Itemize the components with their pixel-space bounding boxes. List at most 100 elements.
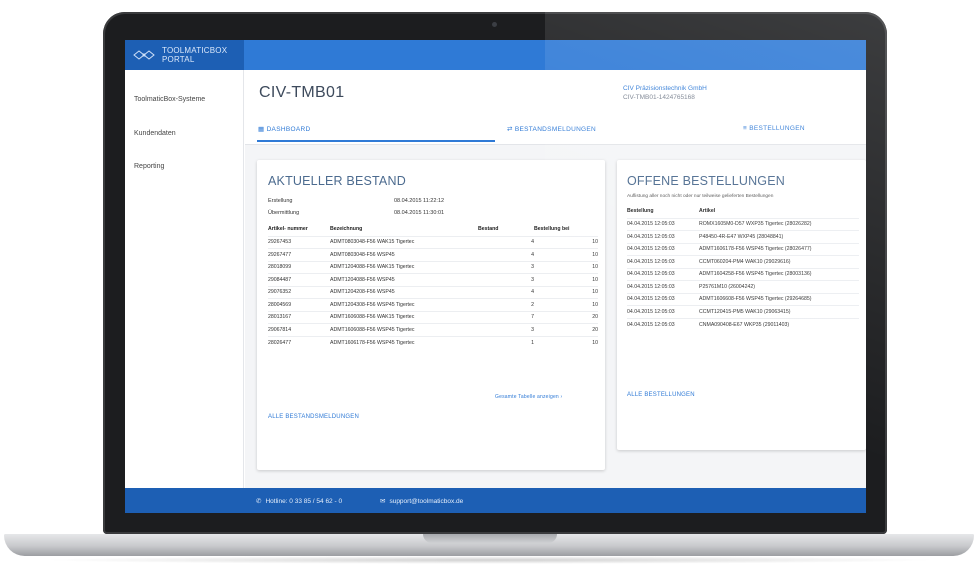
order-article: ADMT1606178-F56 WSP45 Tigertec (28026477… (699, 242, 859, 256)
article-name: ADMT1204088-F56 WSP45 (330, 273, 478, 286)
show-full-table-link[interactable]: Gesamte Tabelle anzeigen › (495, 394, 562, 400)
arrows-icon: ⇄ (507, 126, 513, 133)
table-header-row: Artikel- nummer Bezeichnung Bestand Best… (268, 222, 598, 236)
column-header[interactable]: Artikel (699, 204, 859, 218)
tab-bestellungen[interactable]: ≡ BESTELLUNGEN (743, 125, 805, 132)
article-number: 29084487 (268, 273, 330, 286)
order-article: ADMT1606608-F56 WSP45 Tigertec (29264685… (699, 292, 859, 306)
column-header[interactable]: Bestellung bei (534, 222, 598, 236)
order-date: 04.04.2015 12:05:03 (627, 292, 699, 306)
article-number: 29076352 (268, 285, 330, 299)
tab-bestandsmeldungen[interactable]: ⇄ BESTANDSMELDUNGEN (507, 125, 596, 133)
reorder-value: 10 (534, 248, 598, 261)
mail-icon: ✉ (380, 498, 386, 505)
toolmaticbox-logo-icon (133, 50, 155, 60)
stock-value: 2 (478, 298, 534, 311)
table-row[interactable]: 29076352 ADMT1204208-F56 WSP45 4 10 (268, 285, 598, 299)
stock-value: 4 (478, 285, 534, 299)
sidebar-item-kundendaten[interactable]: Kundendaten (134, 130, 176, 137)
tab-dashboard[interactable]: ▦ DASHBOARD (258, 125, 310, 133)
table-row[interactable]: 04.04.2015 12:05:03 ROMX1605M0-D57 WXP35 … (627, 217, 859, 231)
article-name: ADMT1204088-F56 WAK15 Tigertec (330, 260, 478, 274)
laptop-screen: TOOLMATICBOX PORTAL ToolmaticBox-Systeme… (125, 40, 866, 513)
reorder-value: 10 (534, 260, 598, 274)
orders-card: OFFENE BESTELLUNGEN Auflistung aller noc… (617, 160, 866, 450)
inventory-title: AKTUELLER BESTAND (268, 174, 406, 188)
order-article: CCMT120415-PM5 WAK10 (29063415) (699, 305, 859, 318)
order-date: 04.04.2015 12:05:03 (627, 305, 699, 318)
column-header[interactable]: Bestellung (627, 204, 699, 218)
tab-dashboard-label: DASHBOARD (266, 126, 311, 133)
brand-line-2: PORTAL (162, 55, 195, 64)
tab-bestellungen-label: BESTELLUNGEN (749, 125, 805, 132)
stock-value: 4 (478, 235, 534, 249)
all-orders-link[interactable]: ALLE BESTELLUNGEN (627, 392, 695, 398)
laptop-shadow (40, 556, 940, 564)
table-row[interactable]: 04.04.2015 12:05:03 ADMT1604258-F56 WSP45… (627, 267, 859, 281)
order-article: ADMT1604258-F56 WSP45 Tigertec (28003136… (699, 267, 859, 281)
table-row[interactable]: 29084487 ADMT1204088-F56 WSP45 3 10 (268, 273, 598, 286)
table-row[interactable]: 28013167 ADMT1606088-F56 WAK15 Tigertec 7 2… (268, 310, 598, 324)
column-header[interactable]: Bestand (478, 222, 534, 236)
meta-value-uebermittlung: 08.04.2015 11:30:01 (394, 210, 445, 216)
company-id: CIV-TMB01-1424765168 (623, 94, 695, 101)
brand[interactable]: TOOLMATICBOX PORTAL (125, 40, 244, 70)
main-content: CIV-TMB01 CIV Präzisionstechnik GmbH CIV… (245, 70, 866, 488)
article-name: ADMT0803048-F56 WAK15 Tigertec (330, 235, 478, 249)
show-full-table-label: Gesamte Tabelle anzeigen (495, 394, 559, 400)
article-name: ADMT0803048-F56 WSP45 (330, 248, 478, 261)
table-row[interactable]: 28004569 ADMT1204308-F56 WSP45 Tigertec 2 1… (268, 298, 598, 311)
column-header[interactable]: Artikel- nummer (268, 222, 330, 236)
table-row[interactable]: 04.04.2015 12:05:03 ADMT1606608-F56 WSP45… (627, 292, 859, 306)
table-row[interactable]: 29267477 ADMT0803048-F56 WSP45 4 10 (268, 248, 598, 261)
table-row[interactable]: 29067814 ADMT1606088-F56 WSP45 Tigertec 3 2… (268, 323, 598, 336)
order-article: ROMX1605M0-D57 WXP35 Tigertec (28026282) (699, 217, 859, 231)
article-number: 28018099 (268, 260, 330, 274)
reorder-value: 10 (534, 235, 598, 249)
stock-value: 3 (478, 323, 534, 336)
table-row[interactable]: 04.04.2015 12:05:03 CNMA090408-E67 WKP35 … (627, 317, 859, 331)
table-row[interactable]: 29267453 ADMT0803048-F56 WAK15 Tigertec 4 1… (268, 235, 598, 249)
support-email-link[interactable]: ✉ support@toolmaticbox.de (380, 497, 463, 506)
meta-label-erstellung: Erstellung (268, 198, 293, 204)
page-header: CIV-TMB01 CIV Präzisionstechnik GmbH CIV… (245, 70, 866, 145)
reorder-value: 10 (534, 298, 598, 311)
order-date: 04.04.2015 12:05:03 (627, 267, 699, 281)
article-name: ADMT1606088-F56 WAK15 Tigertec (330, 310, 478, 324)
hotline[interactable]: ✆ Hotline: 0 33 85 / 54 62 - 0 (256, 497, 342, 506)
phone-icon: ✆ (256, 498, 262, 505)
table-row[interactable]: 28026477 ADMT1606178-F56 WSP45 Tigertec 1 1… (268, 335, 598, 349)
order-article: P48450-4R-E47 WXP45 (28048841) (699, 230, 859, 243)
article-name: ADMT1204208-F56 WSP45 (330, 285, 478, 299)
article-number: 28004569 (268, 298, 330, 311)
stock-value: 7 (478, 310, 534, 324)
company-info: CIV Präzisionstechnik GmbH CIV-TMB01-142… (623, 84, 707, 102)
table-row[interactable]: 04.04.2015 12:05:03 ADMT1606178-F56 WSP45… (627, 242, 859, 256)
inventory-card: AKTUELLER BESTAND Erstellung 08.04.2015 … (257, 160, 605, 470)
sidebar-item-reporting[interactable]: Reporting (134, 163, 164, 170)
brand-name: TOOLMATICBOX PORTAL (162, 46, 227, 64)
table-row[interactable]: 04.04.2015 12:05:03 CCMT120415-PM5 WAK10 … (627, 305, 859, 318)
column-header[interactable]: Bezeichnung (330, 222, 478, 236)
laptop-base-notch (423, 534, 557, 543)
table-row[interactable]: 04.04.2015 12:05:03 CCMT060204-PM4 WAK10 … (627, 255, 859, 268)
order-article: CCMT060204-PM4 WAK10 (29029616) (699, 255, 859, 268)
chevron-right-icon: › (560, 394, 563, 400)
article-name: ADMT1606178-F56 WSP45 Tigertec (330, 335, 478, 349)
orders-title: OFFENE BESTELLUNGEN (627, 174, 785, 188)
table-row[interactable]: 04.04.2015 12:05:03 P48450-4R-E47 WXP45 (… (627, 230, 859, 243)
article-number: 28026477 (268, 335, 330, 349)
table-row[interactable]: 04.04.2015 12:05:03 P25761M10 (26004242) (627, 280, 859, 293)
stock-value: 3 (478, 260, 534, 274)
footer-bar: ✆ Hotline: 0 33 85 / 54 62 - 0 ✉ support… (125, 488, 866, 513)
article-name: ADMT1204308-F56 WSP45 Tigertec (330, 298, 478, 311)
order-date: 04.04.2015 12:05:03 (627, 255, 699, 268)
meta-label-uebermittlung: Übermittlung (268, 210, 300, 216)
all-stock-reports-link[interactable]: ALLE BESTANDSMELDUNGEN (268, 414, 359, 420)
sidebar-item-toolmaticbox-systeme[interactable]: ToolmaticBox-Systeme (134, 96, 205, 103)
article-number: 29067814 (268, 323, 330, 336)
sidebar: ToolmaticBox-Systeme Kundendaten Reporti… (125, 70, 244, 488)
order-date: 04.04.2015 12:05:03 (627, 317, 699, 331)
camera-icon (492, 22, 497, 27)
table-row[interactable]: 28018099 ADMT1204088-F56 WAK15 Tigertec 3 1… (268, 260, 598, 274)
